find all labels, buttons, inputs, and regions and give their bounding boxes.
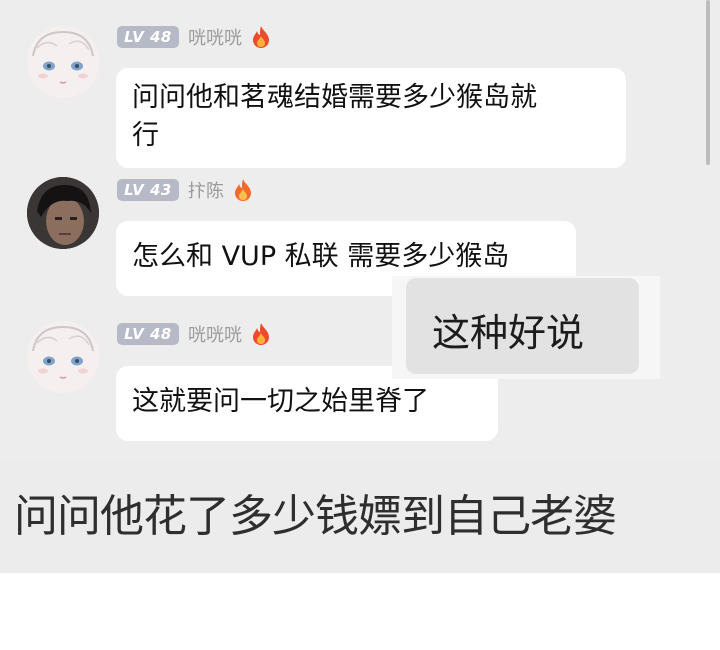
fire-icon — [253, 26, 269, 48]
level-badge: LV 48 — [117, 323, 179, 345]
avatar[interactable] — [27, 26, 99, 98]
fire-icon — [253, 323, 269, 345]
nickname[interactable]: 咣咣咣 — [188, 321, 242, 347]
overlay-reply-text: 这种好说 — [432, 311, 585, 355]
caption-text: 问问他花了多少钱嫖到自己老婆 — [14, 491, 617, 542]
level-badge: LV 43 — [117, 179, 179, 201]
message-line: 怎么和 VUP 私联 需要多少猴岛 — [132, 241, 510, 272]
caption-strip: 问问他花了多少钱嫖到自己老婆 — [0, 460, 720, 573]
message-line: 行 — [132, 120, 159, 151]
avatar[interactable] — [27, 177, 99, 249]
message-header: LV 48 咣咣咣 — [117, 321, 272, 347]
message-bubble[interactable]: 问问他和茗魂结婚需要多少猴岛就 行 — [116, 68, 626, 168]
nickname[interactable]: 咣咣咣 — [188, 24, 242, 50]
message-line: 这就要问一切之始里脊了 — [132, 386, 429, 417]
fire-icon — [235, 179, 251, 201]
chat-area: LV 48 咣咣咣 问问他和茗魂结婚需要多少猴岛就 行 LV 43 抃陈 怎么和… — [0, 0, 720, 460]
message-header: LV 48 咣咣咣 — [117, 24, 272, 50]
man-photo-avatar-icon — [27, 177, 99, 249]
scrollbar[interactable] — [706, 0, 710, 165]
anime-girl-avatar-icon — [27, 321, 99, 393]
anime-girl-avatar-icon — [27, 26, 99, 98]
nickname[interactable]: 抃陈 — [188, 177, 224, 203]
message-line: 问问他和茗魂结婚需要多少猴岛就 — [132, 82, 537, 113]
overlay-reply-bubble: 这种好说 — [392, 276, 660, 379]
level-badge: LV 48 — [117, 26, 179, 48]
message-header: LV 43 抃陈 — [117, 177, 254, 203]
avatar[interactable] — [27, 321, 99, 393]
